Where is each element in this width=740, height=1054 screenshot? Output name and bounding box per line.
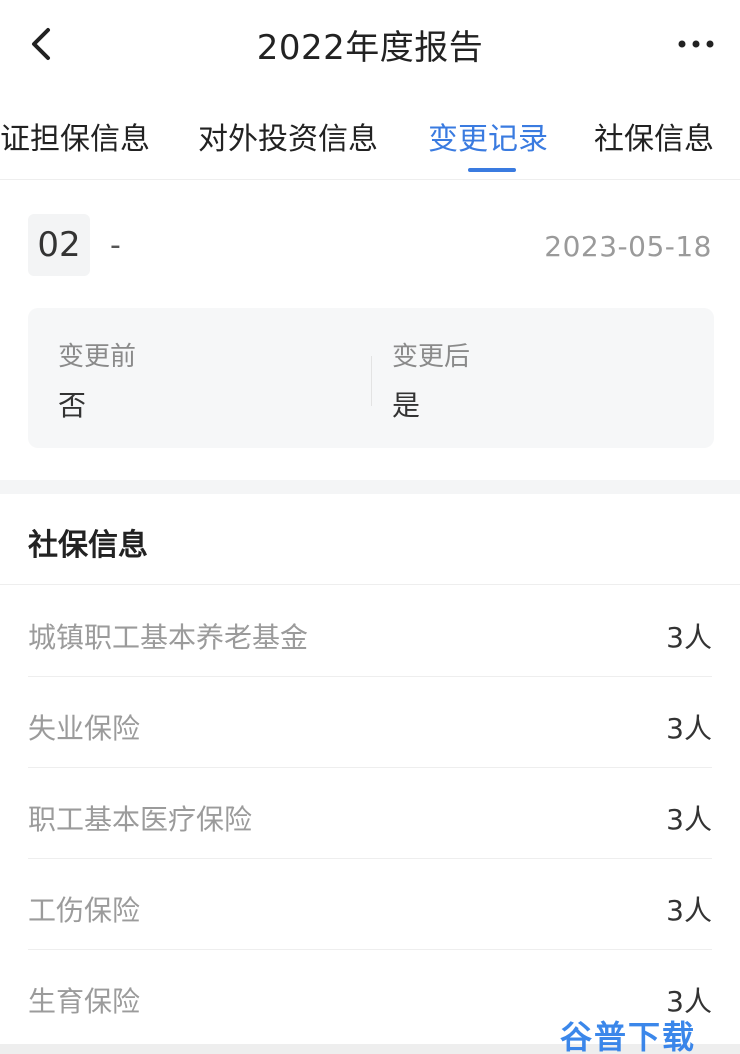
compare-divider: [371, 356, 372, 406]
page-title: 2022年度报告: [256, 28, 484, 68]
social-security-section-title: 社保信息: [28, 528, 148, 563]
section-divider: [0, 480, 740, 494]
divider: [0, 584, 740, 585]
insurance-name: 工伤保险: [28, 894, 141, 927]
more-options-icon[interactable]: [674, 30, 718, 58]
after-value: 是: [392, 389, 421, 422]
list-item: 失业保险 3人: [28, 677, 712, 768]
record-item-name: -: [110, 228, 121, 263]
before-label: 变更前: [58, 342, 137, 372]
insurance-name: 城镇职工基本养老基金: [28, 621, 309, 654]
insurance-name: 生育保险: [28, 985, 141, 1018]
tab-external-investment[interactable]: 对外投资信息: [198, 114, 378, 158]
top-nav-bar: 2022年度报告: [0, 0, 740, 88]
social-security-list: 城镇职工基本养老基金 3人 失业保险 3人 职工基本医疗保险 3人 工伤保险 3…: [28, 586, 712, 1041]
change-compare-box: 变更前 否 变更后 是: [28, 308, 714, 448]
insured-count: 3人: [666, 894, 712, 927]
active-tab-indicator: [468, 168, 516, 172]
before-value: 否: [58, 389, 87, 422]
insured-count: 3人: [666, 803, 712, 836]
tab-guarantee-info[interactable]: 证担保信息: [0, 114, 150, 158]
list-item: 城镇职工基本养老基金 3人: [28, 586, 712, 677]
list-item: 工伤保险 3人: [28, 859, 712, 950]
record-date: 2023-05-18: [544, 230, 712, 263]
tab-social-security[interactable]: 社保信息: [594, 114, 714, 158]
insurance-name: 失业保险: [28, 712, 141, 745]
watermark-logo: 谷普下载: [560, 1018, 697, 1054]
insured-count: 3人: [666, 712, 712, 745]
tab-change-records[interactable]: 变更记录: [428, 114, 548, 158]
insurance-name: 职工基本医疗保险: [28, 803, 253, 836]
after-label: 变更后: [392, 342, 471, 372]
change-record-card: 02 - 2023-05-18 变更前 否 变更后 是: [0, 180, 740, 480]
list-item: 职工基本医疗保险 3人: [28, 768, 712, 859]
tab-bar: 证担保信息 对外投资信息 变更记录 社保信息: [0, 88, 740, 180]
insured-count: 3人: [666, 621, 712, 654]
record-index-badge: 02: [28, 214, 90, 276]
